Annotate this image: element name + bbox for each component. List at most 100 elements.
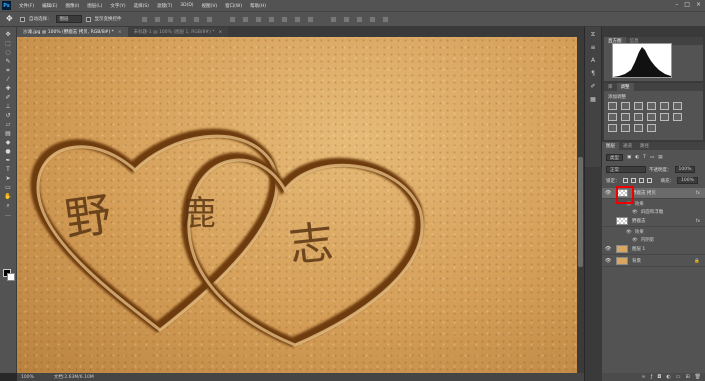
effect-inner-shadow[interactable]: 👁 内阴影 — [602, 236, 705, 244]
delete-layer-icon[interactable]: 🗑 — [695, 374, 701, 380]
effect-eye-icon[interactable]: 👁 — [626, 230, 632, 235]
add-style-icon[interactable]: ƒ — [651, 374, 653, 380]
type-tool-icon[interactable]: T — [3, 165, 14, 174]
crop-tool-icon[interactable]: ⌗ — [3, 66, 14, 75]
channel-mixer-icon[interactable] — [647, 113, 656, 121]
photo-filter-icon[interactable] — [634, 113, 643, 121]
hue-saturation-icon[interactable] — [673, 102, 682, 110]
lock-position-icon[interactable] — [638, 178, 644, 183]
move-tool-icon[interactable]: ✥ — [3, 30, 14, 39]
black-white-icon[interactable] — [621, 113, 630, 121]
tab-untitled-doc[interactable]: 未标题-1 @ 100% (图层 1, RGB/8#) * × — [127, 27, 229, 37]
pen-tool-icon[interactable]: ✒ — [3, 156, 14, 165]
filter-pixel-icon[interactable]: ▣ — [627, 155, 631, 160]
visibility-eye-icon[interactable]: 👁 — [605, 190, 611, 196]
dodge-tool-icon[interactable]: ● — [3, 147, 14, 156]
close-icon[interactable]: × — [219, 30, 223, 35]
auto-align-icon[interactable] — [306, 15, 314, 23]
selective-color-icon[interactable] — [647, 124, 656, 132]
tab-sand-doc[interactable]: 沙滩.jpg @ 100% (野鹿志 拷贝, RGB/8#) * × — [17, 27, 128, 37]
menu-view[interactable]: 视图(V) — [198, 3, 222, 9]
blend-mode-dropdown[interactable]: 正常 — [606, 166, 646, 173]
move-tool-icon[interactable]: ✥ — [6, 14, 16, 24]
lock-pixels-icon[interactable] — [630, 178, 636, 183]
sand-image-canvas[interactable]: 野 鹿 志 — [17, 37, 577, 373]
lasso-tool-icon[interactable]: ◌ — [3, 48, 14, 57]
distribute-right-icon[interactable] — [293, 15, 301, 23]
effect-eye-icon[interactable]: 👁 — [626, 202, 632, 207]
background-color-swatch[interactable] — [7, 273, 15, 281]
menu-file[interactable]: 文件(F) — [15, 3, 38, 9]
add-mask-icon[interactable]: ◘ — [657, 374, 661, 380]
history-icon[interactable]: ⧖ — [589, 31, 598, 39]
fx-icon[interactable]: fx — [696, 191, 700, 196]
brush-tool-icon[interactable]: ✐ — [3, 93, 14, 102]
menu-type[interactable]: 文字(Y) — [106, 3, 129, 9]
show-transform-checkbox[interactable] — [85, 16, 91, 22]
layer-kind-filter[interactable]: 类型 — [606, 154, 623, 161]
visibility-eye-icon[interactable]: 👁 — [605, 258, 611, 264]
shape-tool-icon[interactable]: ▭ — [3, 183, 14, 192]
filter-shape-icon[interactable]: ▭ — [650, 155, 654, 160]
link-layers-icon[interactable]: ∞ — [641, 374, 645, 380]
3d-mode-icon[interactable] — [329, 15, 337, 23]
history-brush-icon[interactable]: ↺ — [3, 111, 14, 120]
layer-row-layer-1[interactable]: 👁 图层 1 — [602, 244, 705, 255]
3d-roll-icon[interactable] — [355, 15, 363, 23]
tab-libraries[interactable]: 库 — [604, 83, 617, 91]
opacity-input[interactable]: 100% — [674, 166, 696, 173]
align-hcenter-icon[interactable] — [192, 15, 200, 23]
eyedropper-tool-icon[interactable]: ⁄ — [3, 75, 14, 84]
align-left-icon[interactable] — [179, 15, 187, 23]
lock-all-icon[interactable] — [646, 178, 652, 183]
healing-tool-icon[interactable]: ✚ — [3, 84, 14, 93]
minimize-icon[interactable]: – — [675, 1, 678, 8]
filter-type-icon[interactable]: T — [643, 155, 646, 160]
color-lookup-icon[interactable] — [660, 113, 669, 121]
stamp-tool-icon[interactable]: ⊥ — [3, 102, 14, 111]
scrollbar-thumb[interactable] — [578, 157, 583, 267]
eraser-tool-icon[interactable]: ▱ — [3, 120, 14, 129]
layer-row-ye-lu-zhi[interactable]: 野鹿志 fx — [602, 216, 705, 227]
menu-3d[interactable]: 3D(D) — [176, 3, 197, 8]
invert-icon[interactable] — [673, 113, 682, 121]
canvas-area[interactable]: 野 鹿 志 — [17, 37, 584, 373]
color-balance-icon[interactable] — [608, 113, 617, 121]
effect-bevel-emboss[interactable]: 👁 斜面和浮雕 — [602, 208, 705, 216]
character-icon[interactable]: A — [589, 57, 598, 65]
exposure-icon[interactable] — [647, 102, 656, 110]
distribute-left-icon[interactable] — [267, 15, 275, 23]
effect-eye-icon[interactable]: 👁 — [632, 238, 638, 243]
menu-image[interactable]: 图像(I) — [61, 3, 83, 9]
path-select-tool-icon[interactable]: ➤ — [3, 174, 14, 183]
zoom-tool-icon[interactable]: ⌕ — [3, 201, 14, 210]
tab-adjustments[interactable]: 调整 — [616, 83, 634, 91]
swatches-icon[interactable]: ▦ — [589, 96, 598, 104]
3d-rotate-icon[interactable] — [342, 15, 350, 23]
threshold-icon[interactable] — [621, 124, 630, 132]
brightness-icon[interactable] — [608, 102, 617, 110]
align-right-icon[interactable] — [205, 15, 213, 23]
align-vcenter-icon[interactable] — [153, 15, 161, 23]
posterize-icon[interactable] — [608, 124, 617, 132]
tab-layers[interactable]: 图层 — [602, 142, 619, 150]
curves-icon[interactable] — [634, 102, 643, 110]
blur-tool-icon[interactable]: ◆ — [3, 138, 14, 147]
vibrance-icon[interactable] — [660, 102, 669, 110]
distribute-top-icon[interactable] — [228, 15, 236, 23]
menu-help[interactable]: 帮助(H) — [246, 3, 270, 9]
quick-select-tool-icon[interactable]: ✎ — [3, 57, 14, 66]
align-top-icon[interactable] — [140, 15, 148, 23]
fill-input[interactable]: 100% — [677, 177, 698, 184]
zoom-level[interactable]: 100% — [21, 375, 34, 380]
layer-row-ye-lu-zhi-copy[interactable]: 👁 野鹿志 拷贝 fx — [602, 188, 705, 199]
menu-window[interactable]: 窗口(W) — [221, 3, 246, 9]
3d-pan-icon[interactable] — [368, 15, 376, 23]
auto-select-checkbox[interactable] — [20, 16, 25, 22]
layer-row-background[interactable]: 👁 背景 🔒 — [602, 256, 705, 267]
new-layer-icon[interactable]: ⊞ — [685, 374, 689, 380]
marquee-tool-icon[interactable]: ⬚ — [3, 39, 14, 48]
distribute-hcenter-icon[interactable] — [280, 15, 288, 23]
brush-preset-icon[interactable]: ✐ — [589, 83, 598, 91]
distribute-vcenter-icon[interactable] — [241, 15, 249, 23]
